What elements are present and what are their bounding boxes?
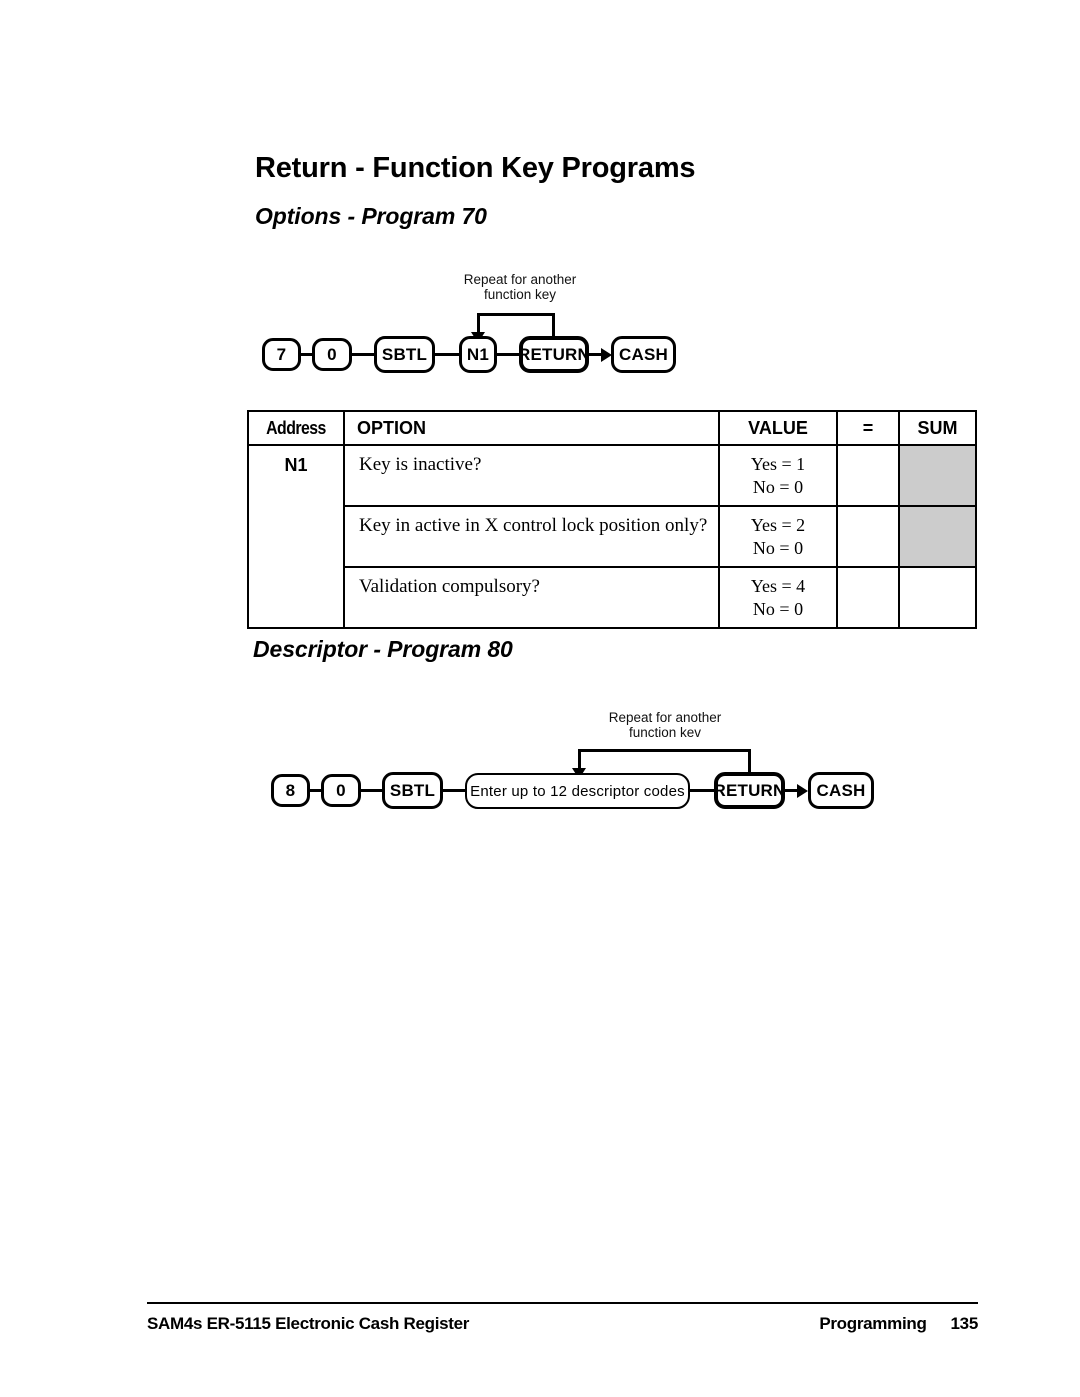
connector-1-2 xyxy=(351,353,375,356)
loop-line-top-2 xyxy=(578,749,751,752)
table-row: Validation compulsory? Yes = 4 No = 0 xyxy=(248,566,977,629)
key-node-0[interactable]: 0 xyxy=(312,338,352,371)
section-heading-options: Options - Program 70 xyxy=(255,203,487,229)
column-header-option: OPTION xyxy=(343,410,720,446)
option-text-1: Key is inactive? xyxy=(343,444,720,507)
sum-cell-2[interactable] xyxy=(898,505,977,568)
key-node-cash-b[interactable]: CASH xyxy=(808,772,874,809)
connector-2-1 xyxy=(309,789,321,792)
option-text-3: Validation compulsory? xyxy=(343,566,720,629)
loop-label-1-line1: Repeat for another xyxy=(463,272,577,287)
equals-cell-3[interactable] xyxy=(836,566,900,629)
key-node-sbtl[interactable]: SBTL xyxy=(374,336,435,373)
loop-line-left-1 xyxy=(477,313,480,334)
loop-label-2: Repeat for another function kev xyxy=(597,710,733,740)
address-cell-n1: N1 xyxy=(247,444,345,629)
key-node-8[interactable]: 8 xyxy=(271,774,310,807)
loop-label-2-line1: Repeat for another xyxy=(608,710,722,725)
value-no-1: No = 0 xyxy=(752,477,804,497)
equals-cell-2[interactable] xyxy=(836,505,900,568)
key-node-sbtl-b[interactable]: SBTL xyxy=(382,772,443,809)
value-no-2: No = 0 xyxy=(752,538,804,558)
connector-1-3 xyxy=(434,353,460,356)
key-node-return[interactable]: RETURN xyxy=(518,336,590,373)
page-title: Return - Function Key Programs xyxy=(255,152,696,184)
value-cell-3: Yes = 4 No = 0 xyxy=(718,566,838,629)
value-yes-2: Yes = 2 xyxy=(750,515,806,535)
loop-label-1: Repeat for another function key xyxy=(452,272,588,302)
key-node-7[interactable]: 7 xyxy=(262,338,301,371)
loop-label-1-line2: function key xyxy=(483,287,557,302)
sum-cell-3[interactable] xyxy=(898,566,977,629)
value-yes-1: Yes = 1 xyxy=(750,454,806,474)
table-header-row: Address OPTION VALUE = SUM xyxy=(248,410,977,446)
connector-arrowhead-2 xyxy=(797,784,808,798)
descriptor-entry-box[interactable]: Enter up to 12 descriptor codes xyxy=(465,773,690,809)
column-header-value: VALUE xyxy=(718,410,838,446)
connector-1-1 xyxy=(300,353,312,356)
connector-2-4 xyxy=(689,789,715,792)
key-node-n1[interactable]: N1 xyxy=(459,336,497,373)
document-page: Return - Function Key Programs Options -… xyxy=(0,0,1080,1397)
connector-2-2 xyxy=(359,789,383,792)
column-header-equals: = xyxy=(836,410,900,446)
connector-2-3 xyxy=(442,789,466,792)
key-node-0-b[interactable]: 0 xyxy=(321,774,361,807)
connector-1-4 xyxy=(496,353,520,356)
column-header-address: Address xyxy=(252,410,340,446)
sum-cell-1[interactable] xyxy=(898,444,977,507)
value-no-3: No = 0 xyxy=(752,599,804,619)
section-heading-descriptor: Descriptor - Program 80 xyxy=(253,636,513,662)
value-cell-1: Yes = 1 No = 0 xyxy=(718,444,838,507)
table-row: Key in active in X control lock position… xyxy=(248,505,977,568)
table-row: N1 Key is inactive? Yes = 1 No = 0 xyxy=(247,444,977,629)
loop-line-left-2 xyxy=(578,749,581,770)
footer-page-number: 135 xyxy=(950,1314,979,1333)
loop-label-2-line2: function kev xyxy=(628,725,702,740)
value-yes-3: Yes = 4 xyxy=(750,576,806,596)
option-text-2: Key in active in X control lock position… xyxy=(343,505,720,568)
key-node-cash[interactable]: CASH xyxy=(611,336,676,373)
loop-line-top-1 xyxy=(477,313,555,316)
column-header-sum: SUM xyxy=(898,410,977,446)
footer-product-name: SAM4s ER-5115 Electronic Cash Register xyxy=(147,1314,470,1333)
footer-divider xyxy=(147,1302,978,1304)
key-node-return-b[interactable]: RETURN xyxy=(713,772,785,809)
footer-section-and-page: Programming 135 xyxy=(819,1314,978,1334)
option-table: Address OPTION VALUE = SUM N1 Key is ina… xyxy=(247,410,977,629)
value-cell-2: Yes = 2 No = 0 xyxy=(718,505,838,568)
equals-cell-1[interactable] xyxy=(836,444,900,507)
footer-section-label: Programming xyxy=(819,1314,927,1333)
